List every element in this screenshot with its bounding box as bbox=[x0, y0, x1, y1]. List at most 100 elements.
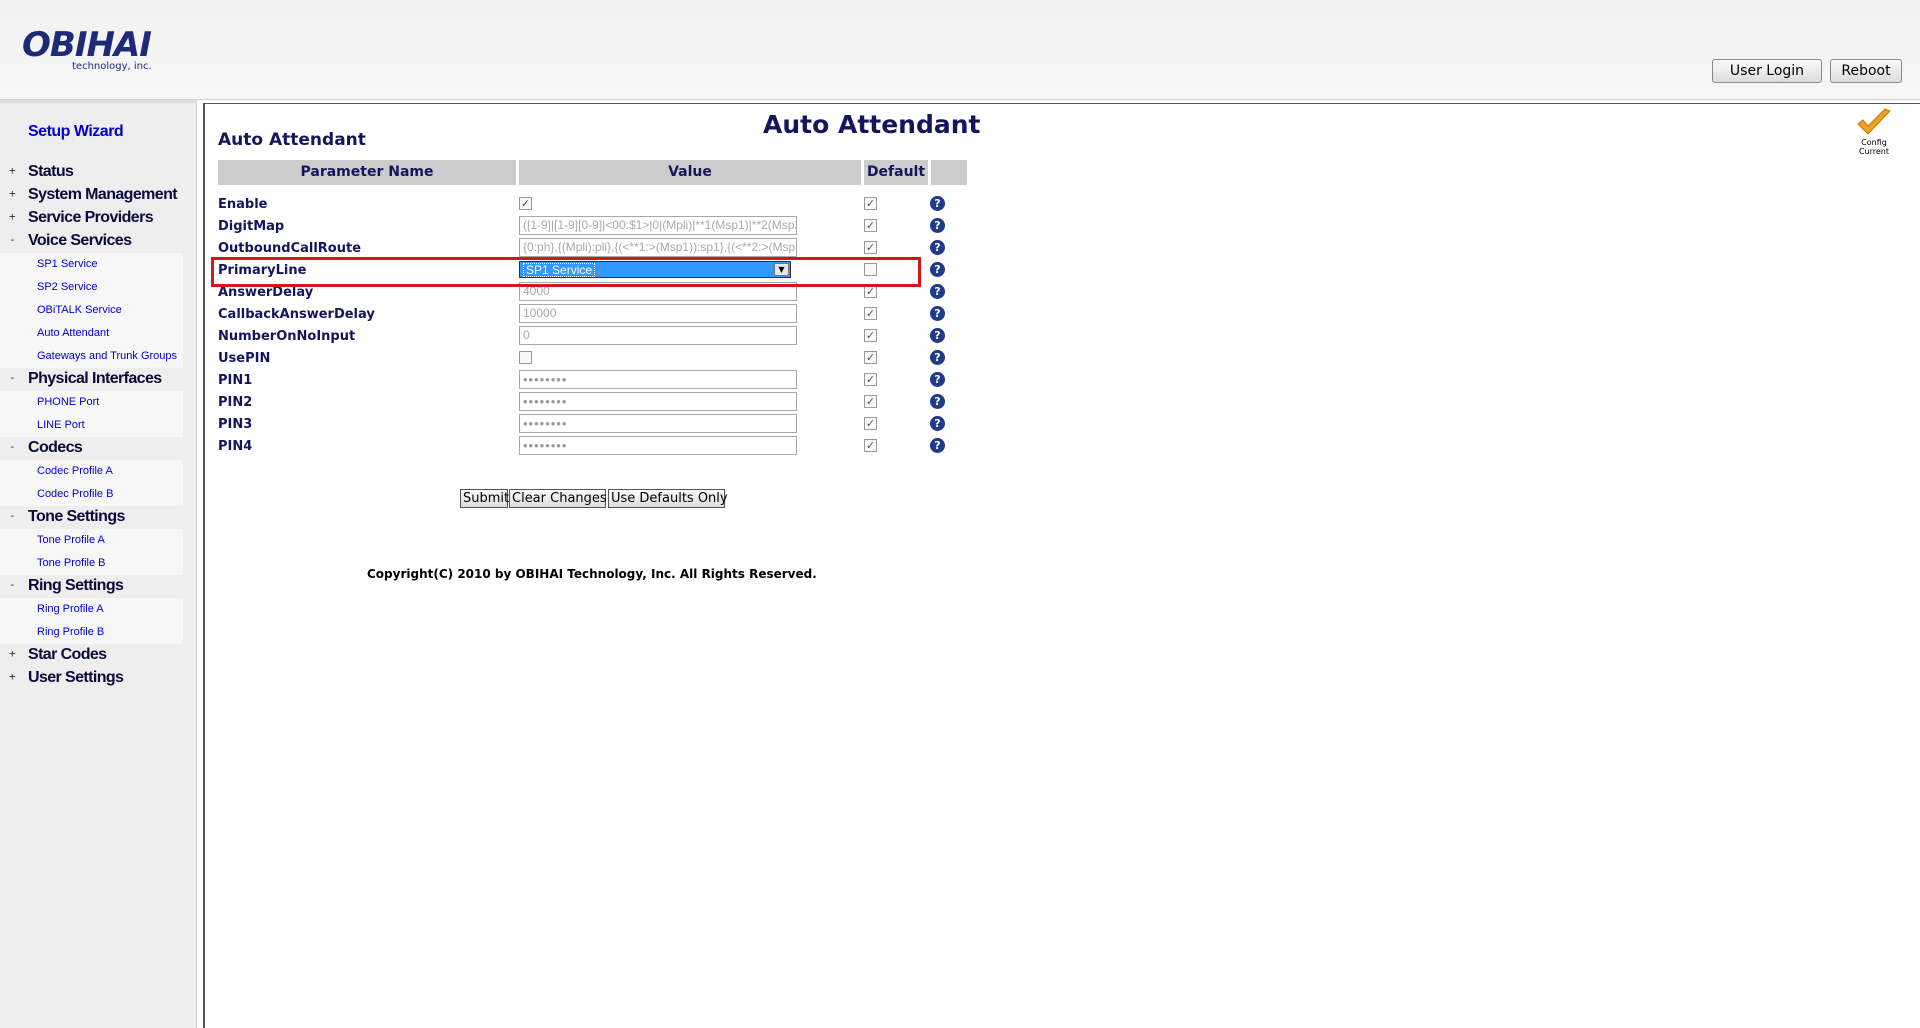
sidebar-item-codec-profile-b[interactable]: Codec Profile B bbox=[0, 483, 183, 506]
table-row: CallbackAnswerDelay 10000 ✓ ? bbox=[218, 304, 968, 324]
use-defaults-only-button[interactable]: Use Defaults Only bbox=[608, 489, 728, 508]
sidebar-item-service-providers[interactable]: + Service Providers bbox=[0, 207, 183, 230]
help-icon[interactable]: ? bbox=[930, 196, 945, 211]
pin1-input[interactable]: •••••••• bbox=[519, 370, 797, 389]
help-icon[interactable]: ? bbox=[930, 306, 945, 321]
default-checkbox[interactable]: ✓ bbox=[864, 329, 877, 342]
help-icon[interactable]: ? bbox=[930, 438, 945, 453]
sidebar-item-auto-attendant[interactable]: Auto Attendant bbox=[0, 322, 183, 345]
sidebar-item-phone-port[interactable]: PHONE Port bbox=[0, 391, 183, 414]
sidebar-item-label: Codecs bbox=[28, 439, 83, 456]
collapse-icon: - bbox=[9, 578, 16, 591]
sidebar-item-tone-profile-a[interactable]: Tone Profile A bbox=[0, 529, 183, 552]
sidebar-item-label: Physical Interfaces bbox=[28, 370, 162, 387]
help-icon[interactable]: ? bbox=[930, 328, 945, 343]
digitmap-input[interactable]: ([1-9]|[1-9][0-9]|<00:$1>|0|(Mpli)|**1(M… bbox=[519, 216, 797, 235]
logo-subtext: technology, inc. bbox=[72, 61, 152, 72]
collapse-icon: - bbox=[9, 509, 16, 522]
enable-checkbox[interactable]: ✓ bbox=[519, 197, 532, 210]
sidebar-item-gateways-trunk-groups[interactable]: Gateways and Trunk Groups bbox=[0, 345, 183, 368]
expand-icon: + bbox=[9, 210, 16, 223]
sidebar-item-ring-profile-b[interactable]: Ring Profile B bbox=[0, 621, 183, 644]
help-icon[interactable]: ? bbox=[930, 218, 945, 233]
clear-changes-button[interactable]: Clear Changes bbox=[509, 489, 607, 508]
sidebar-item-obitalk-service[interactable]: OBiTALK Service bbox=[0, 299, 183, 322]
page-title: Auto Attendant bbox=[763, 110, 981, 139]
sidebar-item-codecs[interactable]: - Codecs bbox=[0, 437, 183, 460]
sidebar-divider bbox=[0, 100, 197, 103]
default-checkbox[interactable]: ✓ bbox=[864, 197, 877, 210]
sidebar-item-voice-services[interactable]: - Voice Services bbox=[0, 230, 183, 253]
sidebar-item-sp2-service[interactable]: SP2 Service bbox=[0, 276, 183, 299]
help-icon[interactable]: ? bbox=[930, 416, 945, 431]
sidebar-item-tone-settings[interactable]: - Tone Settings bbox=[0, 506, 183, 529]
header-help bbox=[931, 160, 967, 185]
user-login-button[interactable]: User Login bbox=[1712, 59, 1822, 83]
sidebar-subitem-label: SP1 Service bbox=[37, 258, 98, 270]
param-name: PIN1 bbox=[218, 373, 253, 388]
help-icon[interactable]: ? bbox=[930, 240, 945, 255]
table-row: DigitMap ([1-9]|[1-9][0-9]|<00:$1>|0|(Mp… bbox=[218, 216, 968, 236]
sidebar-item-label: Tone Settings bbox=[28, 508, 125, 525]
table-row: OutboundCallRoute {0:ph},{(Mpli):pli},{(… bbox=[218, 238, 968, 258]
sidebar-subitem-label: Ring Profile A bbox=[37, 603, 104, 615]
sidebar-item-label: Status bbox=[28, 163, 74, 180]
default-checkbox[interactable]: ✓ bbox=[864, 241, 877, 254]
table-row: PIN1 •••••••• ✓ ? bbox=[218, 370, 968, 390]
outbound-call-route-input[interactable]: {0:ph},{(Mpli):pli},{(<**1:>(Msp1)):sp1}… bbox=[519, 238, 797, 257]
use-pin-checkbox[interactable] bbox=[519, 351, 532, 364]
collapse-icon: - bbox=[9, 371, 16, 384]
header-bar: OBIHAI technology, inc. User Login Reboo… bbox=[0, 0, 1920, 100]
sidebar-item-ring-profile-a[interactable]: Ring Profile A bbox=[0, 598, 183, 621]
default-checkbox[interactable]: ✓ bbox=[864, 373, 877, 386]
expand-icon: + bbox=[9, 164, 16, 177]
table-row: PIN4 •••••••• ✓ ? bbox=[218, 436, 968, 456]
config-status-label: Config Current bbox=[1852, 138, 1896, 156]
default-checkbox[interactable]: ✓ bbox=[864, 439, 877, 452]
pin2-input[interactable]: •••••••• bbox=[519, 392, 797, 411]
sidebar-item-star-codes[interactable]: + Star Codes bbox=[0, 644, 183, 667]
pin4-input[interactable]: •••••••• bbox=[519, 436, 797, 455]
number-on-no-input-input[interactable]: 0 bbox=[519, 326, 797, 345]
sidebar-item-label: Star Codes bbox=[28, 646, 107, 663]
sidebar-item-label: User Settings bbox=[28, 669, 124, 686]
reboot-button[interactable]: Reboot bbox=[1830, 59, 1902, 83]
config-status-line1: Config bbox=[1861, 138, 1887, 147]
sidebar-subitem-label: Ring Profile B bbox=[37, 626, 105, 638]
submit-button[interactable]: Submit bbox=[460, 489, 509, 508]
help-icon[interactable]: ? bbox=[930, 372, 945, 387]
default-checkbox[interactable]: ✓ bbox=[864, 395, 877, 408]
sidebar-item-codec-profile-a[interactable]: Codec Profile A bbox=[0, 460, 183, 483]
sidebar-item-physical-interfaces[interactable]: - Physical Interfaces bbox=[0, 368, 183, 391]
collapse-icon: - bbox=[9, 233, 16, 246]
help-icon[interactable]: ? bbox=[930, 350, 945, 365]
sidebar-item-ring-settings[interactable]: - Ring Settings bbox=[0, 575, 183, 598]
sidebar-subitem-label: SP2 Service bbox=[37, 281, 98, 293]
callback-answer-delay-input[interactable]: 10000 bbox=[519, 304, 797, 323]
sidebar-item-line-port[interactable]: LINE Port bbox=[0, 414, 183, 437]
default-checkbox[interactable]: ✓ bbox=[864, 307, 877, 320]
setup-wizard-link[interactable]: Setup Wizard bbox=[28, 123, 124, 141]
help-icon[interactable]: ? bbox=[930, 262, 945, 277]
default-checkbox[interactable]: ✓ bbox=[864, 219, 877, 232]
param-name: PIN4 bbox=[218, 439, 253, 454]
default-checkbox[interactable]: ✓ bbox=[864, 351, 877, 364]
sidebar-subitem-label: Auto Attendant bbox=[37, 327, 110, 339]
table-row: UsePIN ✓ ? bbox=[218, 348, 968, 368]
sidebar-item-tone-profile-b[interactable]: Tone Profile B bbox=[0, 552, 183, 575]
sidebar-item-label: System Management bbox=[28, 186, 178, 203]
sidebar-item-user-settings[interactable]: + User Settings bbox=[0, 667, 183, 690]
table-row: Enable ✓ ✓ ? bbox=[218, 194, 968, 214]
pin3-input[interactable]: •••••••• bbox=[519, 414, 797, 433]
header-parameter-name: Parameter Name bbox=[218, 160, 516, 185]
help-icon[interactable]: ? bbox=[930, 284, 945, 299]
section-title: Auto Attendant bbox=[218, 130, 366, 150]
sidebar-item-label: Ring Settings bbox=[28, 577, 124, 594]
param-name: PIN2 bbox=[218, 395, 253, 410]
sidebar-item-status[interactable]: + Status bbox=[0, 161, 183, 184]
sidebar-item-label: Voice Services bbox=[28, 232, 132, 249]
sidebar-item-sp1-service[interactable]: SP1 Service bbox=[0, 253, 183, 276]
default-checkbox[interactable]: ✓ bbox=[864, 417, 877, 430]
sidebar-item-system-management[interactable]: + System Management bbox=[0, 184, 183, 207]
help-icon[interactable]: ? bbox=[930, 394, 945, 409]
